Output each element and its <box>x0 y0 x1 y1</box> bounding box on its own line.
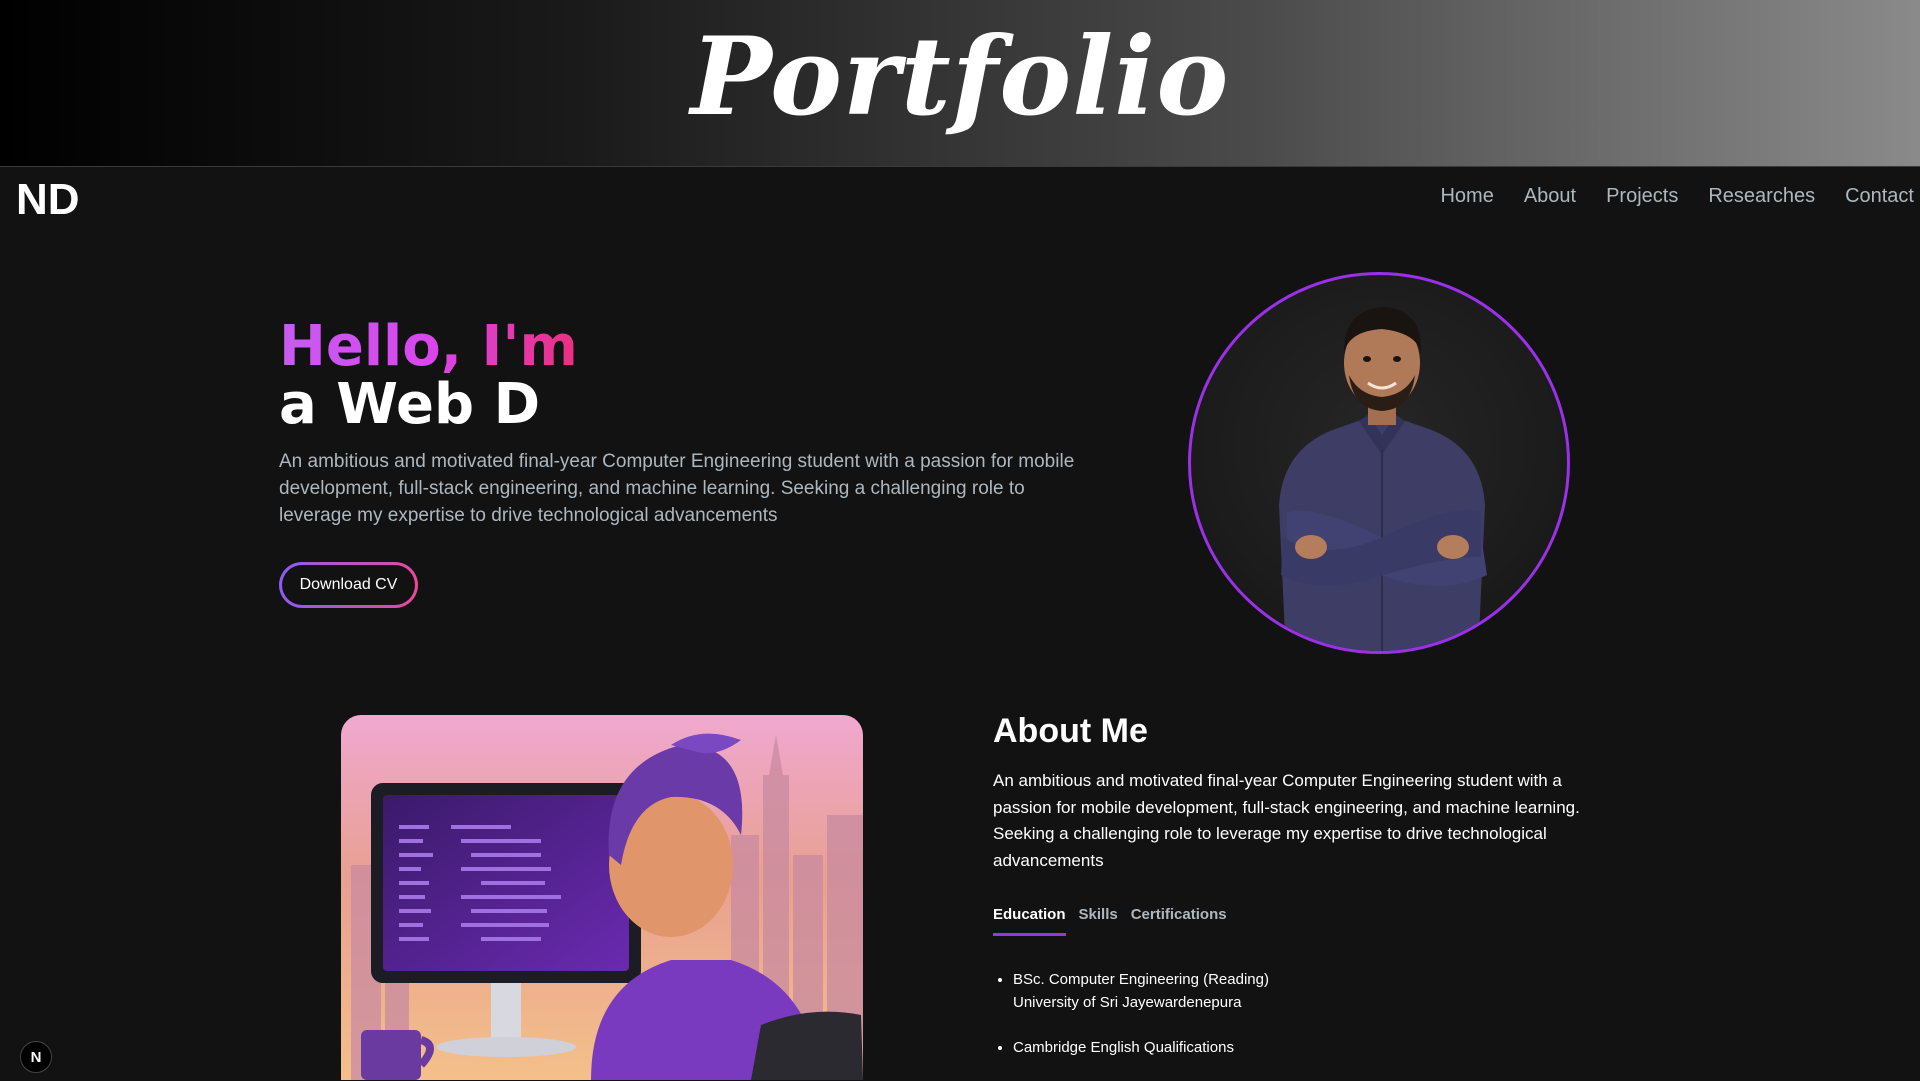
education-institution: University of Sri Jayewardenepura <box>1013 994 1242 1011</box>
nav-link-about[interactable]: About <box>1524 185 1576 208</box>
list-item: BSc. Computer Engineering (Reading) Univ… <box>1013 968 1269 1014</box>
developer-at-computer-illustration <box>341 715 863 1080</box>
profile-person-illustration <box>1279 307 1487 651</box>
tab-skills[interactable]: Skills <box>1079 906 1118 936</box>
list-item: Cambridge English Qualifications <box>1013 1036 1269 1059</box>
nav-link-researches[interactable]: Researches <box>1708 185 1815 208</box>
education-list: BSc. Computer Engineering (Reading) Univ… <box>993 968 1269 1081</box>
download-cv-label: Download CV <box>282 565 415 605</box>
hero-role-typing: a Web D <box>279 372 541 437</box>
site-logo[interactable]: ND <box>16 175 80 225</box>
portfolio-banner: Portfolio <box>0 0 1920 166</box>
about-description: An ambitious and motivated final-year Co… <box>993 771 1580 870</box>
nav-links: Home About Projects Researches Contact <box>1440 185 1914 208</box>
nav-link-projects[interactable]: Projects <box>1606 185 1678 208</box>
nav-link-contact[interactable]: Contact <box>1845 185 1914 208</box>
about-tabs: Education Skills Certifications <box>993 906 1227 936</box>
profile-photo <box>1188 272 1570 654</box>
nextjs-dev-badge[interactable]: N <box>20 1041 52 1073</box>
education-degree: BSc. Computer Engineering (Reading) <box>1013 971 1269 988</box>
download-cv-button[interactable]: Download CV <box>279 562 418 608</box>
navbar: ND Home About Projects Researches Contac… <box>0 166 1920 228</box>
education-degree: Cambridge English Qualifications <box>1013 1039 1234 1056</box>
hero-greeting: Hello, I'm <box>279 314 578 379</box>
hero-heading: Hello, I'm a Web D <box>279 318 578 434</box>
tab-certifications[interactable]: Certifications <box>1131 906 1227 936</box>
about-title: About Me <box>993 712 1148 750</box>
about-illustration <box>341 715 863 1080</box>
tab-education[interactable]: Education <box>993 906 1066 936</box>
banner-title: Portfolio <box>690 14 1230 140</box>
nav-link-home[interactable]: Home <box>1440 185 1493 208</box>
hero-description: An ambitious and motivated final-year Co… <box>279 451 1075 526</box>
